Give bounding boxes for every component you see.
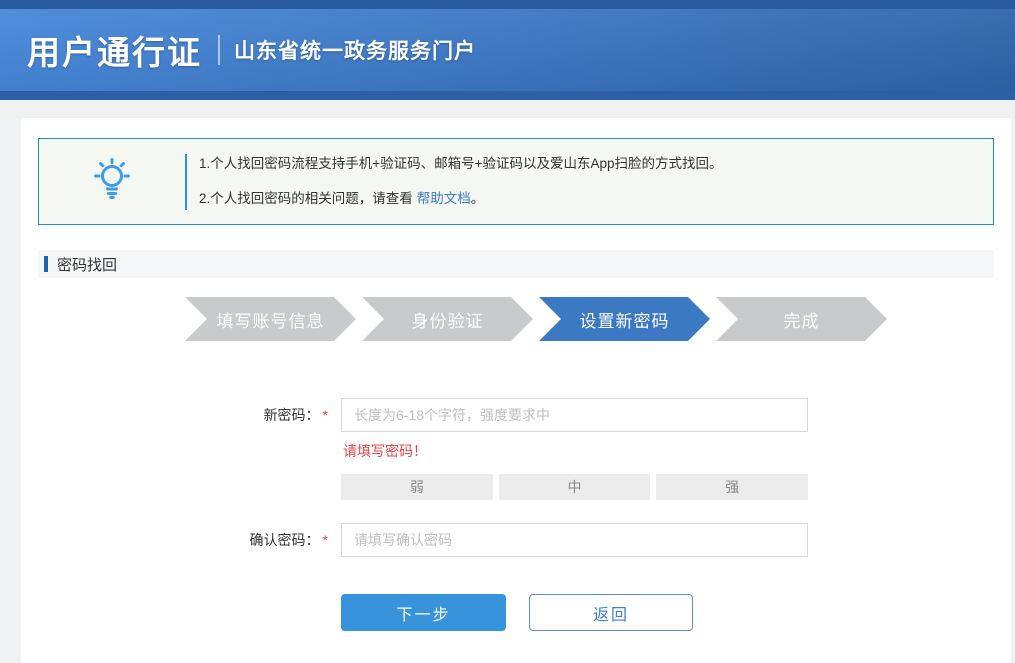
notice-line-1: 1.个人找回密码流程支持手机+验证码、邮箱号+验证码以及爱山东App扫脸的方式找… xyxy=(199,154,723,174)
step-set-new-password: 设置新密码 xyxy=(539,297,710,341)
page: 用户通行证 山东省统一政务服务门户 xyxy=(0,0,1015,663)
page-title: 用户通行证 xyxy=(27,26,202,74)
page-header: 用户通行证 山东省统一政务服务门户 xyxy=(0,0,1015,100)
new-password-row: 新密码：* xyxy=(21,398,1011,432)
header-bottom-strip xyxy=(0,91,1015,100)
step-label: 设置新密码 xyxy=(580,307,670,332)
lightbulb-icon xyxy=(89,156,135,207)
required-asterisk: * xyxy=(323,407,328,423)
password-error-message: 请填写密码！ xyxy=(341,441,427,461)
step-complete: 完成 xyxy=(716,297,887,341)
section-title: 密码找回 xyxy=(57,254,117,275)
confirm-password-input[interactable] xyxy=(341,523,808,557)
buttons-row: 下一步 返回 xyxy=(21,594,1011,631)
notice-line-2-text: 2.个人找回密码的相关问题，请查看 xyxy=(199,191,413,206)
error-row: 请填写密码！ xyxy=(21,441,1011,461)
password-strength-meter: 弱 中 强 xyxy=(341,474,808,500)
strength-strong: 强 xyxy=(656,474,808,500)
section-accent-bar xyxy=(44,256,48,272)
step-indicator: 填写账号信息 身份验证 设置新密码 完成 xyxy=(185,297,1011,341)
notice-line-2: 2.个人找回密码的相关问题，请查看帮助文档。 xyxy=(199,189,723,209)
notice-text: 1.个人找回密码流程支持手机+验证码、邮箱号+验证码以及爱山东App扫脸的方式找… xyxy=(187,154,723,209)
strength-medium: 中 xyxy=(499,474,651,500)
step-identity-verification: 身份验证 xyxy=(362,297,533,341)
strength-weak: 弱 xyxy=(341,474,493,500)
header-main: 用户通行证 山东省统一政务服务门户 xyxy=(0,9,1015,91)
password-form: 新密码：* 请填写密码！ 弱 中 强 确认密码：* xyxy=(21,398,1011,631)
notice-icon-wrap xyxy=(39,156,185,207)
strength-row: 弱 中 强 xyxy=(21,474,1011,500)
notice-line-2-suffix: 。 xyxy=(471,191,485,206)
new-password-label-text: 新密码： xyxy=(264,407,320,423)
step-label: 完成 xyxy=(784,307,820,332)
help-doc-link[interactable]: 帮助文档 xyxy=(417,191,471,206)
header-top-strip xyxy=(0,0,1015,9)
back-button[interactable]: 返回 xyxy=(529,594,693,631)
confirm-password-row: 确认密码：* xyxy=(21,523,1011,557)
step-label: 填写账号信息 xyxy=(217,307,325,332)
section-header: 密码找回 xyxy=(38,250,994,278)
new-password-label: 新密码：* xyxy=(21,405,341,425)
step-label: 身份验证 xyxy=(412,307,484,332)
step-fill-account-info: 填写账号信息 xyxy=(185,297,356,341)
required-asterisk: * xyxy=(323,532,328,548)
next-step-button[interactable]: 下一步 xyxy=(341,594,506,631)
confirm-password-label: 确认密码：* xyxy=(21,530,341,550)
title-divider xyxy=(218,35,220,65)
main-card: 1.个人找回密码流程支持手机+验证码、邮箱号+验证码以及爱山东App扫脸的方式找… xyxy=(21,118,1011,663)
new-password-input[interactable] xyxy=(341,398,808,432)
confirm-password-label-text: 确认密码： xyxy=(250,532,320,548)
notice-box: 1.个人找回密码流程支持手机+验证码、邮箱号+验证码以及爱山东App扫脸的方式找… xyxy=(38,138,994,225)
page-subtitle: 山东省统一政务服务门户 xyxy=(234,35,476,65)
